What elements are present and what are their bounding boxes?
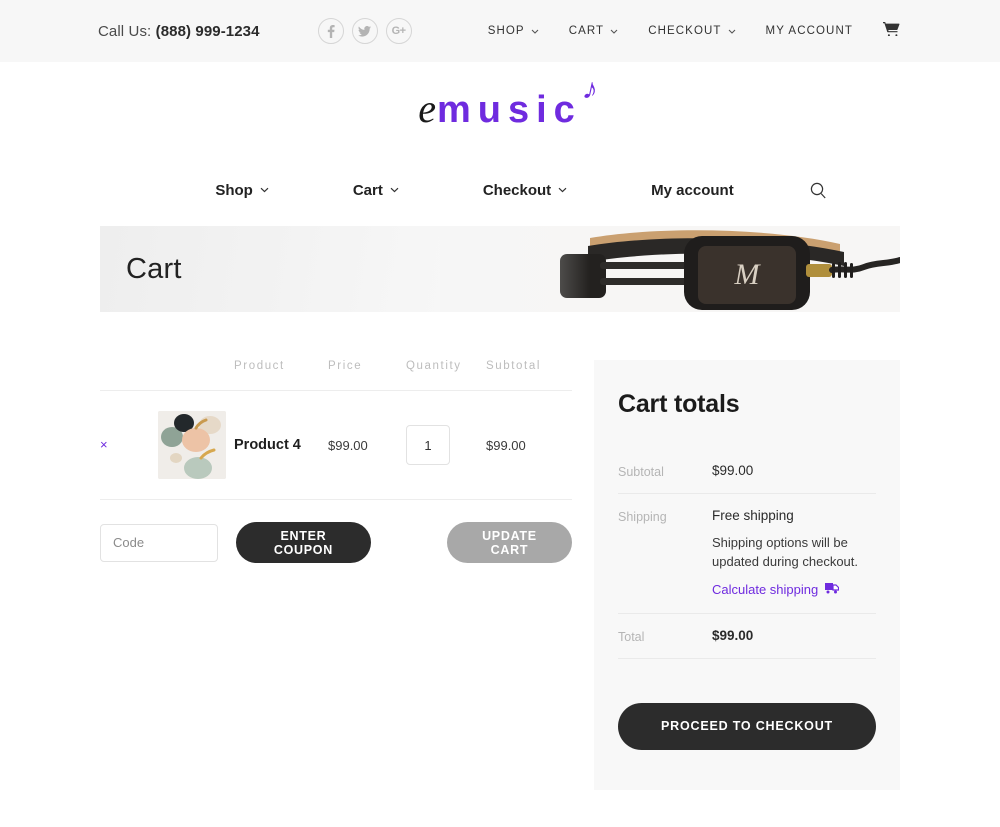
cart-content: Product Price Quantity Subtotal × Produc… <box>0 312 1000 790</box>
remove-item-button[interactable]: × <box>100 437 108 452</box>
shipping-method: Free shipping <box>712 508 794 523</box>
product-name-link[interactable]: Product 4 <box>234 437 301 453</box>
call-us-label: Call Us: <box>98 22 152 40</box>
cart-totals-title: Cart totals <box>618 390 740 418</box>
phone-number[interactable]: (888) 999-1234 <box>156 23 260 40</box>
logo-area: emusic ♪ <box>0 62 1000 154</box>
header-price: Price <box>328 360 406 391</box>
chevron-down-icon <box>558 187 567 193</box>
table-row: × Product 4 $99.00 1 $99.00 <box>100 390 572 500</box>
nav-label-shop: Shop <box>215 181 253 199</box>
nav-item-my-account[interactable]: My account <box>609 182 776 199</box>
cart-actions: ENTER COUPON UPDATE CART <box>100 500 572 563</box>
total-label: Total <box>618 629 645 644</box>
cell-price: $99.00 <box>328 390 406 500</box>
shipping-label: Shipping <box>618 510 667 524</box>
top-nav-label-shop: SHOP <box>487 25 525 37</box>
google-plus-icon[interactable]: G+ <box>385 18 412 44</box>
enter-coupon-button[interactable]: ENTER COUPON <box>236 522 371 563</box>
music-note-icon: ♪ <box>579 71 602 107</box>
top-nav-item-shop[interactable]: SHOP <box>488 25 539 37</box>
update-cart-button[interactable]: UPDATE CART <box>446 522 572 563</box>
top-nav-label-cart: CART <box>568 25 605 37</box>
cart-table-header-row: Product Price Quantity Subtotal <box>100 360 572 391</box>
nav-label-my-account: My account <box>651 181 734 199</box>
google-plus-label: G+ <box>391 24 406 37</box>
cell-quantity <box>406 390 486 500</box>
nav-item-cart[interactable]: Cart <box>311 182 441 199</box>
logo-text-music: music <box>436 88 582 131</box>
top-nav-label-my-account: MY ACCOUNT <box>765 25 853 37</box>
shipping-truck-icon <box>825 582 840 597</box>
header-quantity: Quantity <box>406 360 486 391</box>
svg-text:M: M <box>734 258 762 291</box>
call-us-text: Call Us: (888) 999-1234 <box>98 23 260 40</box>
cart-table-column: Product Price Quantity Subtotal × Produc… <box>100 360 572 563</box>
quantity-input[interactable] <box>406 425 450 465</box>
cart-totals-panel: Cart totals Subtotal $99.00 Shipping Fre… <box>594 360 900 790</box>
header-product: Product <box>234 360 328 391</box>
chevron-down-icon <box>610 29 618 34</box>
coupon-code-input[interactable] <box>100 523 218 562</box>
twitter-icon[interactable] <box>351 18 378 44</box>
nav-label-checkout: Checkout <box>482 181 552 199</box>
total-value: $99.00 <box>712 627 754 643</box>
chevron-down-icon <box>390 187 399 193</box>
chevron-down-icon <box>531 29 539 34</box>
header-subtotal: Subtotal <box>486 360 572 391</box>
top-nav-label-checkout: CHECKOUT <box>648 25 722 37</box>
cell-thumbnail <box>158 390 234 500</box>
social-links: G+ <box>317 18 412 44</box>
nav-label-cart: Cart <box>352 181 383 199</box>
banner-image-fade <box>440 226 590 312</box>
subtotal-label: Subtotal <box>618 465 664 479</box>
product-thumbnail[interactable] <box>158 411 226 479</box>
nav-item-checkout[interactable]: Checkout <box>441 182 609 199</box>
top-bar: Call Us: (888) 999-1234 G+ SHOP CART CHE… <box>0 0 1000 62</box>
top-navigation: SHOP CART CHECKOUT MY ACCOUNT <box>488 22 900 40</box>
header-remove <box>100 360 158 391</box>
facebook-icon[interactable] <box>317 18 344 44</box>
nav-item-shop[interactable]: Shop <box>173 182 311 199</box>
cart-table: Product Price Quantity Subtotal × Produc… <box>100 360 572 500</box>
page-banner: Cart M <box>100 226 900 312</box>
calculate-shipping-label: Calculate shipping <box>712 581 819 597</box>
subtotal-row: Subtotal $99.00 <box>618 449 876 494</box>
main-navigation: Shop Cart Checkout My account <box>0 154 1000 226</box>
shipping-note: Shipping options will be updated during … <box>712 535 858 569</box>
chevron-down-icon <box>728 29 736 34</box>
chevron-down-icon <box>260 187 269 193</box>
top-nav-item-my-account[interactable]: MY ACCOUNT <box>766 25 853 37</box>
headphones-image: M <box>440 226 900 312</box>
shipping-details: Free shipping Shipping options will be u… <box>712 508 862 599</box>
cell-product-name: Product 4 <box>234 390 328 500</box>
site-logo[interactable]: emusic ♪ <box>418 71 601 132</box>
cell-remove: × <box>100 390 158 500</box>
calculate-shipping-link[interactable]: Calculate shipping <box>712 581 840 597</box>
subtotal-value: $99.00 <box>712 463 754 478</box>
shopping-cart-icon[interactable] <box>883 22 900 40</box>
cell-subtotal: $99.00 <box>486 390 572 500</box>
search-icon[interactable] <box>776 182 827 199</box>
total-row: Total $99.00 <box>618 614 876 659</box>
shipping-row: Shipping Free shipping Shipping options … <box>618 494 876 614</box>
proceed-to-checkout-button[interactable]: PROCEED TO CHECKOUT <box>618 702 876 750</box>
top-nav-item-cart[interactable]: CART <box>569 25 619 37</box>
page-banner-wrap: Cart M <box>0 226 1000 312</box>
logo-letter-e: e <box>418 85 437 131</box>
header-thumbnail <box>158 360 234 391</box>
page-title: Cart <box>126 252 182 285</box>
top-nav-item-checkout[interactable]: CHECKOUT <box>648 25 735 37</box>
